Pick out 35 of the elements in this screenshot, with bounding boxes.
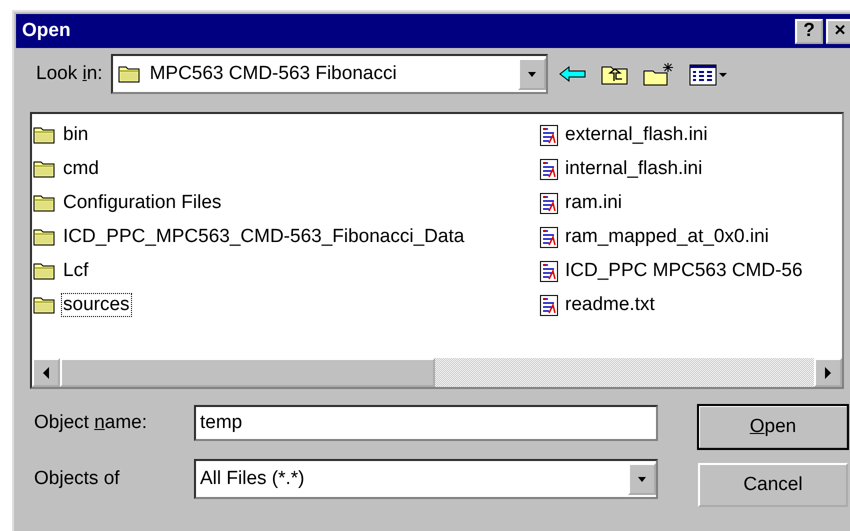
scroll-right-arrow-icon xyxy=(823,366,833,380)
document-icon xyxy=(539,124,559,146)
file-name[interactable]: readme.txt xyxy=(563,293,657,317)
objects-of-label: Objects of xyxy=(34,468,121,490)
file-name[interactable]: external_flash.ini xyxy=(563,123,710,147)
file-name[interactable]: ram.ini xyxy=(563,191,624,215)
new-folder-icon[interactable] xyxy=(642,62,676,86)
file-type-dropdown[interactable]: All Files (*.*) xyxy=(194,459,658,499)
open-button[interactable]: Open xyxy=(698,405,848,449)
document-icon xyxy=(539,260,559,282)
look-in-dropdown[interactable]: MPC563 CMD-563 Fibonacci xyxy=(110,54,548,94)
file-name[interactable]: ICD_PPC MPC563 CMD-56 xyxy=(563,259,805,283)
cancel-button[interactable]: Cancel xyxy=(698,463,848,507)
folder-name[interactable]: ICD_PPC_MPC563_CMD-563_Fibonacci_Data xyxy=(61,225,466,249)
scroll-left-arrow-icon xyxy=(41,366,51,380)
folder-name[interactable]: bin xyxy=(61,123,90,147)
view-menu-icon[interactable] xyxy=(688,62,728,86)
window-title: Open xyxy=(22,20,71,42)
document-icon xyxy=(539,192,559,214)
document-icon xyxy=(539,158,559,180)
horizontal-scrollbar[interactable] xyxy=(32,358,842,387)
file-name[interactable]: internal_flash.ini xyxy=(563,157,704,181)
help-button[interactable]: ? xyxy=(795,18,823,44)
object-name-field[interactable]: temp xyxy=(194,405,658,441)
file-name[interactable]: ram_mapped_at_0x0.ini xyxy=(563,225,771,249)
document-icon xyxy=(539,294,559,316)
scrollbar-thumb[interactable] xyxy=(60,358,435,387)
folder-name[interactable]: Configuration Files xyxy=(61,191,224,215)
document-icon xyxy=(539,226,559,248)
object-name-label: Object name: xyxy=(34,412,148,434)
folder-name[interactable]: cmd xyxy=(61,157,101,181)
folder-name[interactable]: Lcf xyxy=(61,259,90,283)
look-in-label: Look in: xyxy=(36,63,103,85)
folder-name[interactable]: sources xyxy=(61,293,132,317)
close-button[interactable]: × xyxy=(826,18,850,44)
